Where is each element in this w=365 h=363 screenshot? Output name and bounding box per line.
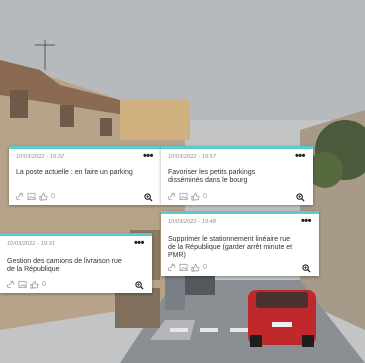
image-icon[interactable] — [27, 192, 36, 201]
like-count: 0 — [203, 193, 207, 200]
idea-date: 10/03/2022 - 19:57 — [168, 154, 216, 160]
thumbs-up-icon[interactable] — [30, 280, 39, 289]
link-icon[interactable] — [15, 192, 24, 201]
link-icon[interactable] — [167, 192, 176, 201]
image-icon[interactable] — [179, 192, 188, 201]
like-count: 0 — [42, 281, 46, 288]
link-icon[interactable] — [6, 280, 15, 289]
idea-actions: 0 — [15, 192, 55, 201]
idea-text: La poste actuelle : en faire un parking — [16, 169, 133, 176]
zoom-in-icon[interactable] — [135, 281, 144, 290]
thumbs-up-icon[interactable] — [191, 263, 200, 272]
thumbs-up-icon[interactable] — [39, 192, 48, 201]
more-options-button[interactable]: ••• — [143, 150, 154, 162]
idea-date: 10/03/2022 - 19:48 — [168, 219, 216, 225]
idea-date: 10/03/2022 - 19:31 — [7, 241, 55, 247]
idea-text: Supprimer le stationnement linéaire rue … — [168, 236, 293, 259]
idea-actions: 0 — [167, 263, 207, 272]
link-icon[interactable] — [167, 263, 176, 272]
idea-actions: 0 — [167, 192, 207, 201]
idea-card[interactable]: 10/03/2022 - 19:31 ••• Gestion des camio… — [0, 233, 152, 293]
thumbs-up-icon[interactable] — [191, 192, 200, 201]
like-count: 0 — [51, 193, 55, 200]
zoom-in-icon[interactable] — [144, 193, 153, 202]
more-options-button[interactable]: ••• — [134, 237, 145, 249]
idea-actions: 0 — [6, 280, 46, 289]
idea-card[interactable]: 10/03/2022 - 19:48 ••• Supprimer le stat… — [161, 211, 319, 276]
zoom-in-icon[interactable] — [302, 264, 311, 273]
idea-card[interactable]: 10/03/2022 - 19:32 ••• La poste actuelle… — [9, 146, 161, 205]
idea-text: Gestion des camions de livraison rue de … — [7, 258, 122, 273]
more-options-button[interactable]: ••• — [295, 150, 306, 162]
idea-text: Favoriser les petits parkings disséminés… — [168, 169, 256, 184]
zoom-in-icon[interactable] — [296, 193, 305, 202]
like-count: 0 — [203, 264, 207, 271]
image-icon[interactable] — [18, 280, 27, 289]
more-options-button[interactable]: ••• — [301, 215, 312, 227]
idea-card[interactable]: 10/03/2022 - 19:57 ••• Favoriser les pet… — [161, 146, 313, 205]
image-icon[interactable] — [179, 263, 188, 272]
idea-date: 10/03/2022 - 19:32 — [16, 154, 64, 160]
